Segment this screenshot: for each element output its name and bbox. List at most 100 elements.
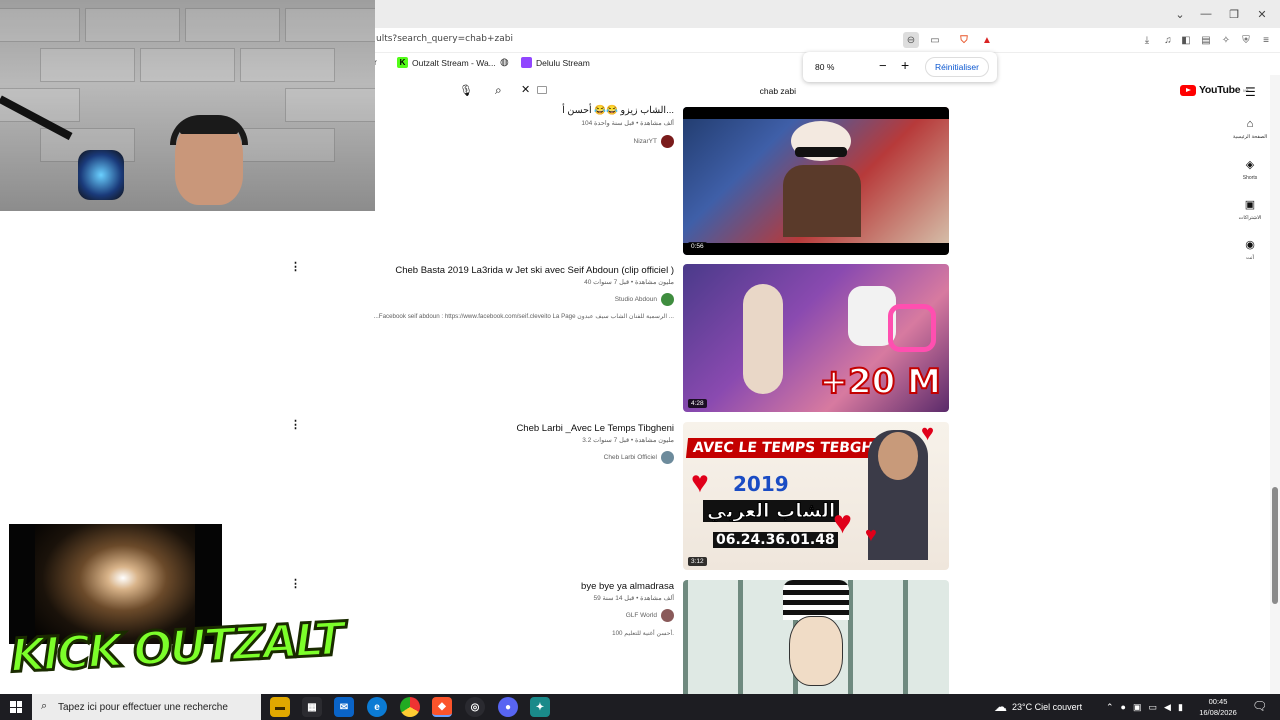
- zoom-popup: 80 % − + Réinitialiser: [803, 52, 997, 82]
- bookmark-globe[interactable]: ◍: [500, 57, 509, 68]
- vpn-icon[interactable]: ⛨: [1238, 32, 1254, 48]
- wall-brick: [285, 8, 375, 42]
- sidebar-icon[interactable]: ◧: [1178, 32, 1194, 48]
- result-meta: 59 ألف مشاهدة • قبل 14 سنة: [593, 595, 675, 602]
- minimize-button[interactable]: —: [1192, 0, 1220, 28]
- wall-brick: [285, 88, 375, 122]
- volume-icon[interactable]: ◀: [1164, 702, 1171, 713]
- more-options-icon[interactable]: ⋮: [290, 579, 301, 590]
- wall-brick: [240, 128, 335, 162]
- url-text[interactable]: ults?search_query=chab+zabi: [376, 34, 513, 44]
- wallet-icon[interactable]: ▤: [1198, 32, 1214, 48]
- thumb-sunglasses: [795, 147, 847, 157]
- channel-name: GLF World: [625, 612, 657, 619]
- search-input[interactable]: chab zabi: [760, 86, 796, 96]
- app-icon[interactable]: ✦: [530, 697, 550, 717]
- clock[interactable]: 00:45 16/08/2026: [1198, 696, 1238, 718]
- channel-name: Cheb Larbi Officiel: [603, 454, 657, 461]
- camera-tray-icon[interactable]: ▣: [1133, 702, 1142, 713]
- webcam-overlay: [0, 0, 375, 211]
- result-meta: 104 ألف مشاهدة • قبل سنة واحدة: [581, 120, 674, 127]
- menu-icon[interactable]: ≡: [1258, 32, 1274, 48]
- zoom-icon[interactable]: ⊖: [903, 32, 919, 48]
- result-title[interactable]: Cheb Larbi _Avec Le Temps Tibgheni: [516, 423, 674, 434]
- channel-avatar: [661, 135, 674, 148]
- search-icon[interactable]: ⌕: [495, 83, 502, 98]
- brave-shield-icon[interactable]: ⛉: [956, 32, 972, 48]
- chevron-up-icon[interactable]: ⌃: [1106, 702, 1114, 713]
- notifications-icon[interactable]: 🗨: [1252, 699, 1267, 713]
- heart-icon: ♥: [833, 504, 852, 540]
- scrollbar-thumb[interactable]: [1272, 487, 1278, 604]
- mic-tray-icon[interactable]: ●: [1121, 702, 1126, 712]
- bookmark-outzalt[interactable]: K Outzalt Stream - Wa...: [397, 57, 496, 68]
- weather-widget[interactable]: ☁ 23°C Ciel couvert: [994, 694, 1082, 720]
- chevron-down-icon[interactable]: ⌄: [1166, 0, 1194, 28]
- clear-search-icon[interactable]: ✕: [521, 83, 530, 96]
- result-title[interactable]: bye bye ya almadrasa: [581, 581, 674, 592]
- result-channel[interactable]: Cheb Larbi Officiel: [604, 451, 674, 464]
- weather-text: 23°C Ciel couvert: [1012, 702, 1083, 712]
- page-scrollbar[interactable]: [1270, 75, 1280, 695]
- more-options-icon[interactable]: ⋮: [290, 420, 301, 431]
- sidenav-label: أنت: [1246, 255, 1254, 261]
- brave-icon[interactable]: ◆: [432, 697, 452, 717]
- obs-icon[interactable]: ◎: [465, 697, 485, 717]
- result-thumbnail[interactable]: AVEC LE TEMPS TEBGHINI 2019 الشاب العربي…: [683, 422, 949, 570]
- result-thumbnail[interactable]: 0:56: [683, 107, 949, 255]
- result-title[interactable]: Cheb Basta 2019 La3rida w Jet ski avec S…: [395, 265, 674, 276]
- taskbar-search[interactable]: ⌕ Tapez ici pour effectuer une recherche: [32, 694, 261, 720]
- guide-menu-icon[interactable]: ☰: [1245, 85, 1256, 99]
- system-tray: ⌃ ● ▣ ▭ ◀ ▮: [1106, 694, 1183, 720]
- thumb-figure: [743, 284, 783, 394]
- close-window-button[interactable]: ✕: [1248, 0, 1276, 28]
- edge-icon[interactable]: e: [367, 697, 387, 717]
- mail-icon[interactable]: ✉: [334, 697, 354, 717]
- result-channel[interactable]: NizarYT: [634, 135, 674, 148]
- youtube-logo[interactable]: YouTube MA: [1180, 84, 1249, 96]
- windows-start-icon[interactable]: [10, 701, 22, 713]
- download-icon[interactable]: ⤓: [1139, 32, 1155, 48]
- thumb-cap: [783, 580, 849, 620]
- sidenav-shorts[interactable]: ◈ Shorts: [1232, 158, 1268, 181]
- brave-rewards-icon[interactable]: ▲: [979, 32, 995, 48]
- channel-avatar: [661, 293, 674, 306]
- result-title[interactable]: الشاب زيزو 😂😂 أحسن أ...: [562, 105, 674, 116]
- network-icon[interactable]: ▭: [1149, 702, 1158, 713]
- result-thumbnail[interactable]: +20 M 4:28: [683, 264, 949, 412]
- file-explorer-icon[interactable]: ▬: [270, 697, 290, 717]
- thumb-arabic: الشاب العربي: [703, 500, 840, 523]
- more-options-icon[interactable]: ⋮: [290, 262, 301, 273]
- battery-icon[interactable]: ▮: [1178, 702, 1183, 713]
- discord-icon[interactable]: ●: [498, 697, 518, 717]
- bookmark-delulu[interactable]: Delulu Stream: [521, 57, 590, 68]
- thumb-text: +20 M: [819, 361, 942, 403]
- sidenav-label: الصفحة الرئيسية: [1232, 134, 1268, 140]
- leo-icon[interactable]: ✧: [1218, 32, 1234, 48]
- microphone-icon[interactable]: 🎙: [459, 84, 473, 97]
- result-channel[interactable]: GLF World: [626, 609, 674, 622]
- cloud-icon: ☁: [994, 699, 1007, 714]
- wall-brick: [185, 8, 280, 42]
- wall-brick: [40, 48, 135, 82]
- streamer-hair: [180, 118, 238, 134]
- cast-icon[interactable]: ▭: [927, 32, 943, 48]
- restore-button[interactable]: ❐: [1220, 0, 1248, 28]
- channel-name: Studio Abdoun: [614, 296, 657, 303]
- heart-icon: ♥: [691, 466, 709, 499]
- sidenav-home[interactable]: ⌂ الصفحة الرئيسية: [1232, 118, 1268, 140]
- zoom-out-button[interactable]: −: [879, 58, 887, 73]
- sidenav-you[interactable]: ◉ أنت: [1232, 238, 1268, 261]
- channel-avatar: [661, 609, 674, 622]
- zoom-reset-button[interactable]: Réinitialiser: [925, 57, 989, 77]
- chrome-icon[interactable]: [400, 697, 420, 717]
- result-thumbnail[interactable]: [683, 580, 949, 694]
- thumb-letterbox: [683, 107, 949, 119]
- result-channel[interactable]: Studio Abdoun: [615, 293, 674, 306]
- thumb-year: 2019: [733, 472, 789, 496]
- media-icon[interactable]: ♫: [1160, 32, 1176, 48]
- store-icon[interactable]: ▦: [302, 697, 322, 717]
- sidenav-subscriptions[interactable]: ▣ الاشتراكات: [1232, 198, 1268, 221]
- zoom-in-button[interactable]: +: [901, 57, 909, 73]
- keyboard-icon[interactable]: [537, 86, 547, 94]
